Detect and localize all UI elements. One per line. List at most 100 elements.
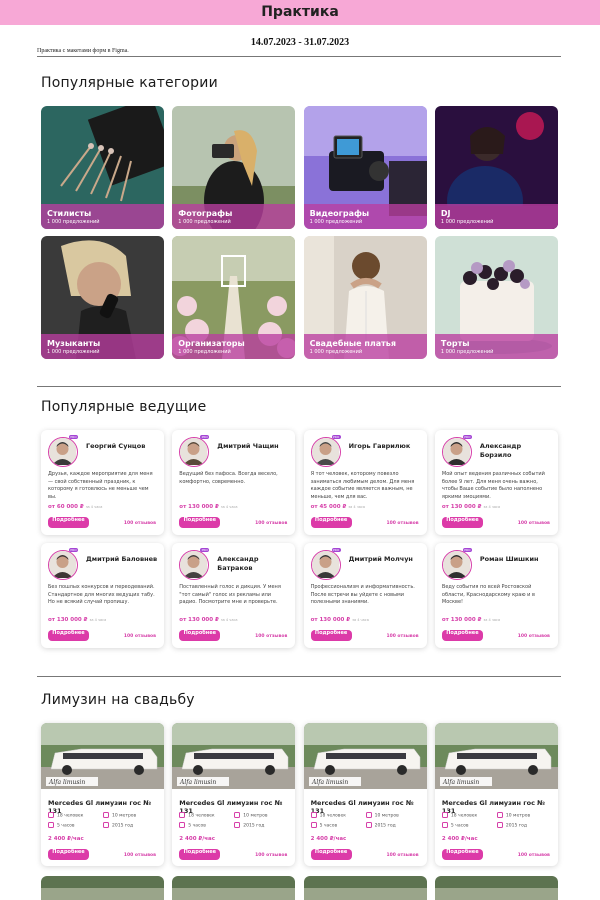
pro-badge: PRO: [462, 435, 472, 439]
reviews-link[interactable]: 100 отзывов: [124, 634, 156, 639]
reviews-link[interactable]: 100 отзывов: [386, 634, 418, 639]
host-price: от 60 000 ₽ за 4 часа: [48, 504, 102, 510]
reviews-link[interactable]: 100 отзывов: [255, 521, 287, 526]
limo-card[interactable]: Alfa limusin Mercedes Gl лимузин гос № 1…: [303, 723, 427, 866]
details-button[interactable]: Подробнее: [48, 517, 89, 528]
category-count: 1 000 предложений: [178, 349, 231, 355]
details-button[interactable]: Подробнее: [441, 849, 483, 860]
spec-value: 18 человек: [450, 813, 478, 819]
category-card-photographers[interactable]: Фотографы 1 000 предложений: [172, 106, 296, 229]
reviews-link[interactable]: 100 отзывов: [386, 521, 418, 526]
host-description: Без пошлых конкурсов и переодеваний. Ста…: [48, 584, 155, 605]
category-title: DJ: [440, 209, 451, 218]
host-price-note: за 4 часа: [483, 505, 501, 509]
limo-watermark: Alfa limusin: [48, 779, 85, 786]
reviews-link[interactable]: 100 отзывов: [518, 634, 550, 639]
category-title: Музыканты: [47, 339, 101, 348]
category-count: 1 000 предложений: [178, 219, 231, 225]
spec-hours: 5 часов: [310, 822, 337, 829]
details-button[interactable]: Подробнее: [179, 630, 221, 641]
category-card-stylists[interactable]: Стилисты 1 000 предложений: [41, 106, 164, 229]
limo-watermark: Alfa limusin: [311, 779, 348, 786]
limo-card[interactable]: Alfa limusin Mercedes Gl лимузин гос № 1…: [172, 723, 296, 866]
host-name: Игорь Гаврилюк: [348, 442, 411, 450]
host-card[interactable]: PRO Игорь Гаврилюк Я тот человек, которо…: [303, 430, 427, 535]
limo-card[interactable]: Alfa limusin Mercedes Gl лимузин гос № 1…: [434, 723, 558, 866]
limo-image: [434, 876, 558, 900]
pro-badge: PRO: [200, 548, 210, 552]
details-button[interactable]: Подробнее: [441, 630, 483, 641]
pro-badge: PRO: [462, 548, 472, 552]
reviews-link[interactable]: 100 отзывов: [124, 853, 156, 858]
host-description: Друзья, каждое мероприятие для меня — св…: [48, 471, 153, 500]
limo-card-partial[interactable]: [303, 876, 427, 900]
host-name: Дмитрий Чащин: [217, 442, 279, 450]
details-button[interactable]: Подробнее: [48, 849, 89, 860]
avatar: [441, 550, 472, 580]
host-card[interactable]: PRO Дмитрий Чащин Ведущий без пафоса. Вс…: [172, 430, 296, 535]
reviews-link[interactable]: 100 отзывов: [255, 853, 287, 858]
details-button[interactable]: Подробнее: [441, 517, 483, 528]
details-button[interactable]: Подробнее: [310, 517, 352, 528]
reviews-link[interactable]: 100 отзывов: [124, 521, 156, 526]
host-name: Александр Борзило: [479, 442, 522, 459]
reviews-link[interactable]: 100 отзывов: [518, 853, 550, 858]
host-name: Роман Шишкин: [479, 555, 539, 563]
host-price-value: от 130 000 ₽: [310, 617, 351, 623]
date-range: 14.07.2023 - 31.07.2023: [250, 37, 350, 48]
host-description: Ведущий без пафоса. Всегда весело, комфо…: [179, 471, 278, 485]
category-count: 1 000 предложений: [47, 349, 100, 355]
category-card-dj[interactable]: DJ 1 000 предложений: [434, 106, 558, 229]
category-title: Видеографы: [309, 209, 370, 218]
category-card-dresses[interactable]: Свадебные платья 1 000 предложений: [303, 236, 427, 359]
details-button[interactable]: Подробнее: [179, 517, 221, 528]
avatar: [48, 437, 78, 467]
reviews-link[interactable]: 100 отзывов: [518, 521, 550, 526]
limo-card-partial[interactable]: [41, 876, 164, 900]
host-card[interactable]: PRO Дмитрий Баловнев Без пошлых конкурсо…: [41, 543, 164, 648]
category-title: Фотографы: [178, 209, 233, 218]
reviews-link[interactable]: 100 отзывов: [386, 853, 418, 858]
details-button[interactable]: Подробнее: [48, 630, 89, 641]
clock-icon: [310, 822, 317, 828]
host-price-value: от 130 000 ₽: [441, 617, 482, 623]
category-card-videographers[interactable]: Видеографы 1 000 предложений: [303, 106, 427, 229]
category-card-musicians[interactable]: Музыканты 1 000 предложений: [41, 236, 164, 359]
details-button[interactable]: Подробнее: [310, 630, 352, 641]
host-card[interactable]: PRO Дмитрий Молчун Профессионализм и инф…: [303, 543, 427, 648]
host-description: Профессионализм и информативность. После…: [310, 584, 415, 605]
spec-value: 10 метров: [505, 813, 531, 819]
limo-watermark: Alfa limusin: [179, 779, 216, 786]
limo-image: Alfa limusin: [41, 723, 164, 789]
categories-grid: Стилисты 1 000 предложений Фотографы 1 0…: [41, 106, 558, 359]
details-button[interactable]: Подробнее: [179, 849, 221, 860]
host-price: от 130 000 ₽ за 4 часа: [179, 504, 237, 510]
host-name: Александр Батраков: [217, 555, 259, 572]
spec-length: 10 метров: [234, 812, 268, 819]
clock-icon: [179, 822, 186, 828]
spec-year: 2015 год: [234, 822, 264, 829]
host-card[interactable]: PRO Роман Шишкин Веду события по всей Ро…: [434, 543, 558, 648]
length-icon: [234, 812, 241, 818]
host-price-value: от 130 000 ₽: [48, 617, 88, 623]
calendar-icon: [365, 822, 372, 828]
host-name: Георгий Сунцов: [86, 442, 146, 450]
spec-year: 2015 год: [103, 822, 133, 829]
host-card[interactable]: PRO Александр Батраков Поставленный голо…: [172, 543, 296, 648]
category-title: Свадебные платья: [309, 339, 396, 348]
limo-card[interactable]: Alfa limusin Mercedes Gl лимузин гос № 1…: [41, 723, 164, 866]
host-card[interactable]: PRO Александр Борзило Мой опыт ведения р…: [434, 430, 558, 535]
host-price: от 130 000 ₽ за 4 часа: [48, 617, 106, 623]
avatar: [310, 550, 341, 580]
spec-year: 2015 год: [365, 822, 396, 829]
details-button[interactable]: Подробнее: [310, 849, 352, 860]
category-card-cakes[interactable]: Торты 1 000 предложений: [434, 236, 558, 359]
host-price: от 130 000 ₽ за 4 часа: [442, 617, 500, 623]
category-card-organizers[interactable]: Организаторы 1 000 предложений: [172, 236, 296, 359]
reviews-link[interactable]: 100 отзывов: [255, 634, 287, 639]
limo-card-partial[interactable]: [172, 876, 296, 900]
limo-card-partial[interactable]: [434, 876, 558, 900]
host-card[interactable]: PRO Георгий Сунцов Друзья, каждое меропр…: [41, 430, 164, 535]
length-icon: [103, 812, 109, 818]
limo-watermark: Alfa limusin: [442, 779, 479, 786]
